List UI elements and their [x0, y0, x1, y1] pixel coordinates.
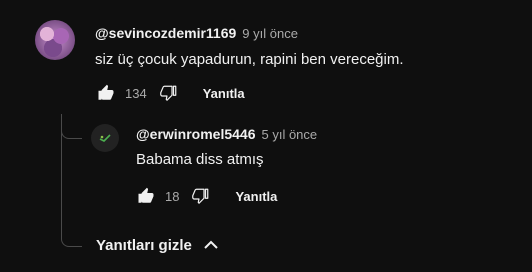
reply-header: @erwinromel5446 5 yıl önce — [136, 126, 317, 142]
avatar-image — [99, 134, 111, 142]
dislike-button[interactable] — [159, 83, 179, 103]
thread-connector-hide — [61, 222, 82, 247]
reply-dislike-button[interactable] — [191, 186, 211, 206]
reply-text: Babama diss atmış — [136, 151, 264, 168]
thumb-up-icon — [138, 187, 154, 203]
reply-actions: 18 Yanıtla — [136, 186, 277, 206]
like-count: 134 — [125, 85, 147, 101]
comment-header: @sevincozdemir1169 9 yıl önce — [95, 25, 298, 41]
thumb-down-icon — [159, 85, 177, 101]
comment-actions: 134 Yanıtla — [96, 83, 245, 103]
reply-author[interactable]: @erwinromel5446 — [136, 126, 256, 142]
chevron-up-icon — [202, 236, 220, 254]
hide-replies-label: Yanıtları gizle — [96, 236, 192, 254]
reply-reply-button[interactable]: Yanıtla — [235, 189, 277, 204]
comment-timestamp[interactable]: 9 yıl önce — [242, 26, 298, 41]
avatar[interactable] — [35, 20, 75, 60]
reply-timestamp[interactable]: 5 yıl önce — [262, 127, 318, 142]
reply-avatar[interactable] — [91, 124, 119, 152]
thumb-down-icon — [192, 188, 209, 204]
reply-like-button[interactable] — [136, 186, 156, 206]
like-button[interactable] — [96, 83, 116, 103]
thumb-up-icon — [98, 84, 114, 100]
reply-button[interactable]: Yanıtla — [203, 86, 245, 101]
comment-text: siz üç çocuk yapadurun, rapini ben verec… — [95, 51, 404, 68]
hide-replies-button[interactable]: Yanıtları gizle — [96, 236, 220, 254]
reply-like-count: 18 — [165, 188, 180, 204]
comment-author[interactable]: @sevincozdemir1169 — [95, 25, 236, 41]
thread-connector-reply — [61, 114, 82, 139]
